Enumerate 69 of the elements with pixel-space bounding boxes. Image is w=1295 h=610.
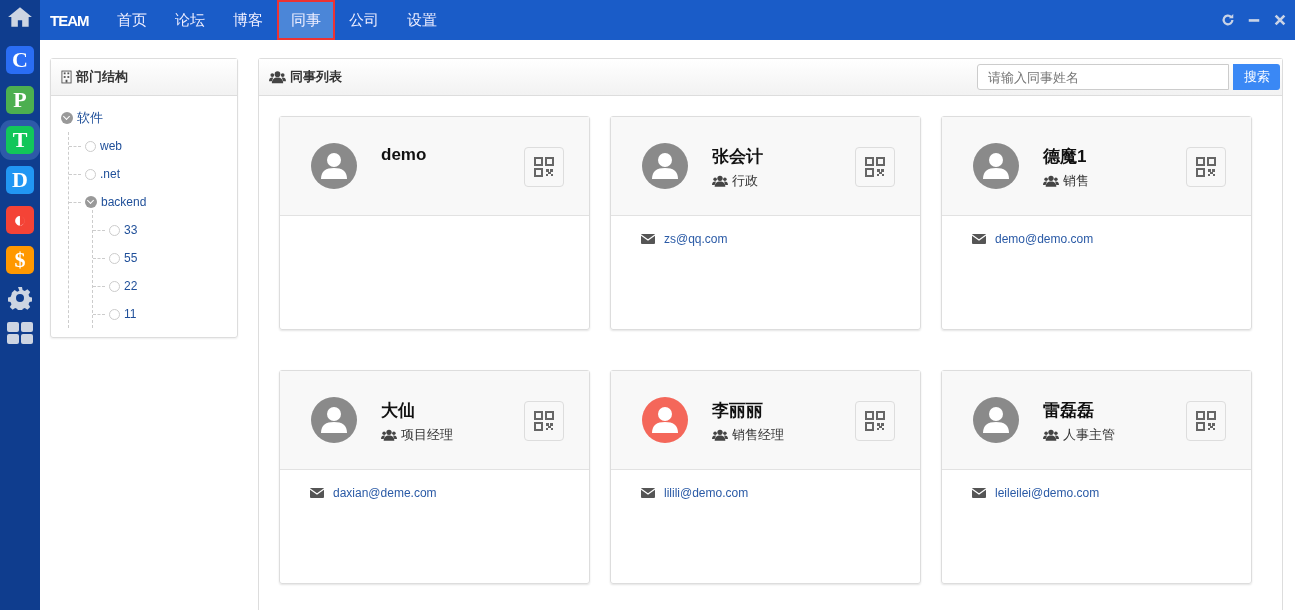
toggle-icon[interactable] — [85, 196, 97, 208]
search-button[interactable]: 搜索 — [1233, 64, 1280, 90]
close-icon[interactable] — [1273, 13, 1287, 27]
tree-node[interactable]: 11 — [93, 300, 227, 328]
tree-node[interactable]: .net — [69, 160, 227, 188]
nav-tab[interactable]: 首页 — [102, 0, 161, 40]
tree-node[interactable]: 33 — [93, 216, 227, 244]
envelope-icon — [972, 488, 986, 498]
person-name: 大仙 — [381, 400, 416, 422]
department-label: 行政 — [732, 172, 758, 190]
group-icon — [1043, 429, 1059, 441]
email-link[interactable]: zs@qq.com — [664, 232, 728, 246]
settings-icon[interactable] — [8, 286, 32, 310]
app-icon[interactable]: C — [6, 46, 34, 74]
group-icon — [1043, 175, 1059, 187]
email-link[interactable]: demo@demo.com — [995, 232, 1094, 246]
tree-node[interactable]: 55 — [93, 244, 227, 272]
envelope-icon — [310, 488, 324, 498]
email-link[interactable]: leileilei@demo.com — [995, 486, 1100, 500]
envelope-icon — [972, 234, 986, 244]
qr-code-icon — [865, 411, 885, 431]
nav-tab[interactable]: 博客 — [218, 0, 277, 40]
refresh-icon[interactable] — [1221, 13, 1235, 27]
qr-code-button[interactable] — [1186, 147, 1226, 187]
home-icon[interactable] — [7, 6, 33, 28]
group-icon — [712, 175, 728, 187]
group-icon — [712, 429, 728, 441]
tree-node[interactable]: 22 — [93, 272, 227, 300]
tree-node[interactable]: web — [69, 132, 227, 160]
search-field[interactable]: 请输入同事姓名 — [977, 64, 1229, 90]
app-icon[interactable]: D — [6, 166, 34, 194]
envelope-icon — [641, 234, 655, 244]
email-link[interactable]: daxian@deme.com — [333, 486, 437, 500]
qr-code-button[interactable] — [1186, 401, 1226, 441]
person-name: 德魔1 — [1043, 146, 1088, 168]
person-name: demo — [381, 145, 428, 165]
qr-code-icon — [1196, 411, 1216, 431]
qr-code-icon — [534, 411, 554, 431]
department-label: 销售经理 — [732, 426, 784, 444]
qr-code-button[interactable] — [855, 401, 895, 441]
department-label: 项目经理 — [401, 426, 453, 444]
tree-node[interactable]: backend — [69, 188, 227, 216]
qr-code-button[interactable] — [524, 147, 564, 187]
qr-code-icon — [1196, 157, 1216, 177]
person-name: 张会计 — [712, 146, 764, 168]
nav-tab[interactable]: 论坛 — [160, 0, 219, 40]
department-label: 人事主管 — [1063, 426, 1115, 444]
tree-node[interactable]: 软件 — [61, 104, 227, 132]
building-icon — [61, 70, 72, 84]
group-icon — [381, 429, 397, 441]
brand-logo[interactable]: TEAM — [40, 0, 103, 40]
nav-tab[interactable]: 公司 — [334, 0, 393, 40]
nav-tab[interactable]: 设置 — [392, 0, 451, 40]
qr-code-icon — [865, 157, 885, 177]
email-link[interactable]: lilili@demo.com — [664, 486, 749, 500]
person-name: 李丽丽 — [712, 400, 764, 422]
person-name: 雷磊磊 — [1043, 400, 1095, 422]
envelope-icon — [641, 488, 655, 498]
app-icon[interactable]: ◐ — [6, 206, 34, 234]
qr-code-button[interactable] — [524, 401, 564, 441]
grid-icon[interactable] — [7, 322, 33, 344]
department-label: 销售 — [1063, 172, 1089, 190]
panel-title: 同事列表 — [290, 68, 342, 86]
qr-code-button[interactable] — [855, 147, 895, 187]
qr-code-icon — [534, 157, 554, 177]
group-icon — [269, 70, 286, 84]
toggle-icon[interactable] — [61, 112, 73, 124]
nav-tab[interactable]: 同事 — [276, 0, 335, 40]
panel-title: 部门结构 — [76, 68, 128, 86]
